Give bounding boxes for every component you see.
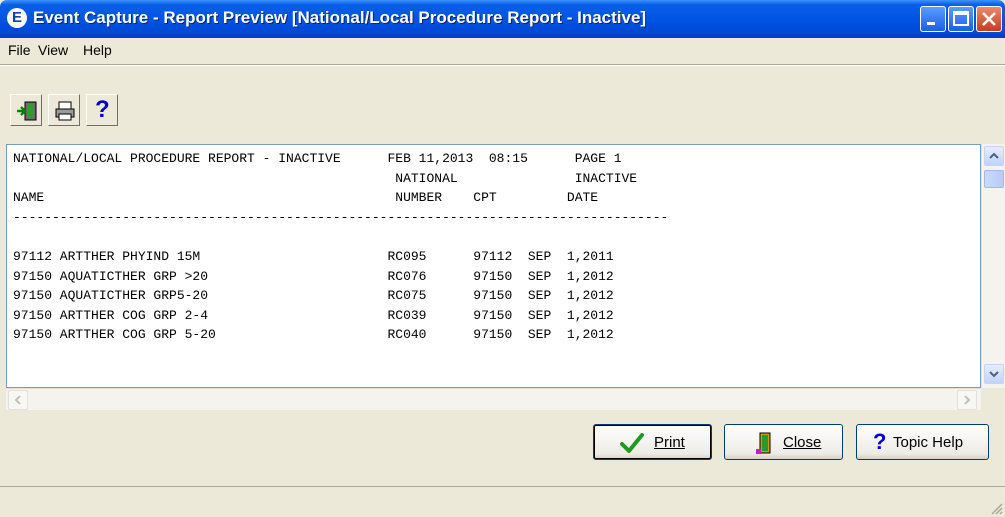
close-window-button[interactable] bbox=[976, 6, 1002, 32]
event-capture-app-icon[interactable]: E bbox=[7, 8, 27, 28]
report-line: NATIONAL/LOCAL PROCEDURE REPORT - INACTI… bbox=[13, 151, 622, 166]
minimize-icon bbox=[927, 22, 935, 25]
menu-view[interactable]: View bbox=[38, 42, 68, 58]
scroll-right-arrow[interactable] bbox=[957, 390, 977, 410]
printer-icon bbox=[55, 101, 75, 121]
maximize-icon bbox=[953, 11, 969, 26]
status-bar bbox=[0, 486, 1005, 517]
minimize-button[interactable] bbox=[920, 6, 946, 32]
report-line: NATIONAL INACTIVE bbox=[13, 170, 638, 186]
report-row: 97150 AQUATICTHER GRP5-20 RC075 97150 SE… bbox=[13, 288, 614, 304]
report-line: NAME NUMBER CPT DATE bbox=[13, 190, 599, 206]
exit-door-icon bbox=[17, 101, 37, 121]
report-row: 97150 ARTTHER COG GRP 2-4 RC039 97150 SE… bbox=[13, 307, 614, 323]
door-exit-icon bbox=[756, 432, 771, 454]
report-row: 97112 ARTTHER PHYIND 15M RC095 97112 SEP… bbox=[13, 248, 614, 264]
vertical-scrollbar[interactable] bbox=[981, 144, 1005, 388]
chevron-up-icon bbox=[989, 152, 999, 159]
help-question-icon: ? bbox=[873, 429, 887, 454]
exit-toolbar-button[interactable] bbox=[10, 94, 42, 126]
close-button-label: Close bbox=[783, 434, 822, 451]
title-bar[interactable]: E Event Capture - Report Preview [Nation… bbox=[0, 0, 1005, 38]
horizontal-scrollbar[interactable] bbox=[6, 388, 981, 410]
report-row: 97150 AQUATICTHER GRP >20 RC076 97150 SE… bbox=[13, 268, 614, 284]
menu-help[interactable]: Help bbox=[83, 42, 112, 58]
menu-bar: File View Help bbox=[0, 38, 1005, 63]
report-separator-line: ----------------------------------------… bbox=[13, 209, 669, 225]
chevron-down-icon bbox=[989, 371, 999, 378]
resize-grip-icon[interactable] bbox=[989, 501, 1003, 515]
checkmark-icon bbox=[620, 433, 644, 453]
toolbar: ? bbox=[0, 66, 1005, 142]
chevron-right-icon bbox=[964, 395, 971, 405]
report-row: 97150 ARTTHER COG GRP 5-20 RC040 97150 S… bbox=[13, 327, 614, 343]
scroll-left-arrow[interactable] bbox=[8, 390, 28, 410]
window-title: Event Capture - Report Preview [National… bbox=[33, 8, 647, 27]
topic-help-button[interactable]: ? Topic Help bbox=[856, 424, 989, 460]
print-button[interactable]: Print bbox=[593, 424, 712, 460]
chevron-left-icon bbox=[14, 395, 21, 405]
print-button-label: Print bbox=[654, 434, 685, 451]
maximize-button[interactable] bbox=[948, 6, 974, 32]
help-toolbar-button[interactable]: ? bbox=[86, 94, 118, 126]
report-text-area[interactable]: NATIONAL/LOCAL PROCEDURE REPORT - INACTI… bbox=[6, 144, 981, 388]
topic-help-button-label: Topic Help bbox=[893, 434, 964, 451]
question-mark-icon: ? bbox=[95, 96, 110, 123]
close-icon bbox=[982, 12, 996, 26]
vertical-scroll-thumb[interactable] bbox=[984, 170, 1004, 188]
scroll-up-arrow[interactable] bbox=[984, 146, 1004, 166]
print-toolbar-button[interactable] bbox=[48, 94, 80, 126]
scroll-down-arrow[interactable] bbox=[984, 364, 1004, 384]
report-preview-window: E Event Capture - Report Preview [Nation… bbox=[0, 0, 1005, 517]
menu-file[interactable]: File bbox=[8, 42, 31, 58]
close-button[interactable]: Close bbox=[724, 424, 843, 460]
